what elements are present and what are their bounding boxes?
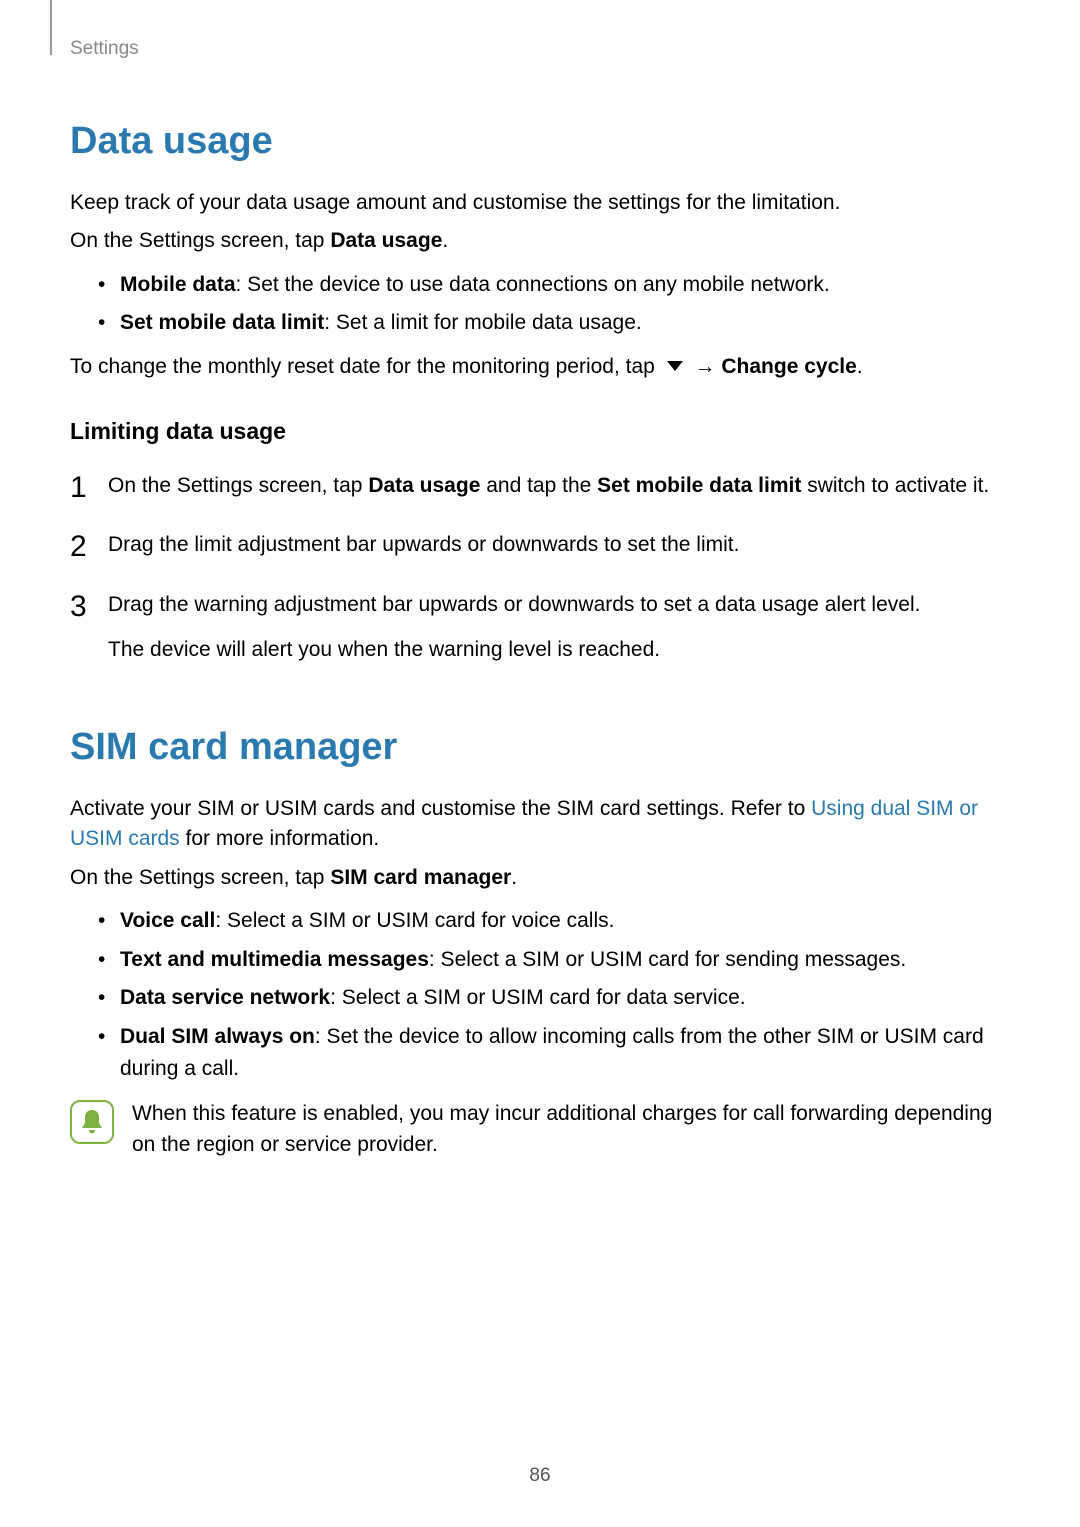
- bell-note-icon: [70, 1100, 114, 1144]
- text-fragment: for more information.: [180, 827, 380, 850]
- bold-sim-manager: SIM card manager: [330, 866, 511, 889]
- list-item: Dual SIM always on: Set the device to al…: [98, 1021, 1010, 1086]
- text-fragment: On the Settings screen, tap: [70, 229, 330, 252]
- text-fragment: Activate your SIM or USIM cards and cust…: [70, 797, 811, 820]
- bullet-bold: Voice call: [120, 909, 215, 932]
- bullet-bold: Set mobile data limit: [120, 311, 324, 334]
- note-block: When this feature is enabled, you may in…: [70, 1098, 1010, 1161]
- bullet-rest: : Set a limit for mobile data usage.: [324, 311, 642, 334]
- bullet-rest: : Set the device to use data connections…: [236, 273, 830, 296]
- step-subtext: The device will alert you when the warni…: [108, 634, 1010, 666]
- header-rule: [50, 0, 52, 55]
- step-body: Drag the limit adjustment bar upwards or…: [108, 529, 1010, 561]
- text-fragment: .: [442, 229, 448, 252]
- bullet-rest: : Select a SIM or USIM card for sending …: [429, 948, 906, 971]
- bold-change-cycle: Change cycle: [721, 355, 856, 378]
- bold-text: Set mobile data limit: [597, 474, 801, 497]
- arrow-text: →: [695, 355, 716, 378]
- step-body: Drag the warning adjustment bar upwards …: [108, 589, 1010, 666]
- subsection-title-limiting: Limiting data usage: [70, 418, 1010, 445]
- bold-data-usage: Data usage: [330, 229, 442, 252]
- text-fragment: switch to activate it.: [801, 474, 989, 497]
- note-text: When this feature is enabled, you may in…: [132, 1098, 1010, 1161]
- text-fragment: and tap the: [480, 474, 597, 497]
- bullet-bold: Dual SIM always on: [120, 1025, 315, 1048]
- list-item: Text and multimedia messages: Select a S…: [98, 944, 1010, 977]
- list-item: Mobile data: Set the device to use data …: [98, 269, 1010, 302]
- data-usage-intro-1: Keep track of your data usage amount and…: [70, 188, 1010, 218]
- text-fragment: To change the monthly reset date for the…: [70, 355, 661, 378]
- list-item: Voice call: Select a SIM or USIM card fo…: [98, 905, 1010, 938]
- bold-text: Data usage: [368, 474, 480, 497]
- sim-intro: Activate your SIM or USIM cards and cust…: [70, 794, 1010, 855]
- section-title-sim: SIM card manager: [70, 726, 1010, 769]
- bullet-bold: Data service network: [120, 986, 330, 1009]
- step-3: 3 Drag the warning adjustment bar upward…: [70, 589, 1010, 666]
- text-fragment: On the Settings screen, tap: [108, 474, 368, 497]
- section-title-data-usage: Data usage: [70, 120, 1010, 163]
- step-text: Drag the warning adjustment bar upwards …: [108, 589, 1010, 621]
- change-cycle-line: To change the monthly reset date for the…: [70, 352, 1010, 383]
- step-1: 1 On the Settings screen, tap Data usage…: [70, 470, 1010, 502]
- text-fragment: On the Settings screen, tap: [70, 866, 330, 889]
- text-fragment: .: [511, 866, 517, 889]
- step-body: On the Settings screen, tap Data usage a…: [108, 470, 1010, 502]
- breadcrumb: Settings: [70, 30, 1010, 60]
- sim-line2: On the Settings screen, tap SIM card man…: [70, 863, 1010, 893]
- bullet-bold: Mobile data: [120, 273, 236, 296]
- page-content: Settings Data usage Keep track of your d…: [0, 0, 1080, 1161]
- bullet-rest: : Select a SIM or USIM card for voice ca…: [215, 909, 614, 932]
- bullet-bold: Text and multimedia messages: [120, 948, 429, 971]
- step-number: 3: [70, 584, 87, 629]
- dropdown-triangle-icon: [665, 352, 685, 382]
- list-item: Data service network: Select a SIM or US…: [98, 982, 1010, 1015]
- sim-bullets: Voice call: Select a SIM or USIM card fo…: [98, 905, 1010, 1086]
- step-number: 2: [70, 524, 87, 569]
- list-item: Set mobile data limit: Set a limit for m…: [98, 307, 1010, 340]
- step-2: 2 Drag the limit adjustment bar upwards …: [70, 529, 1010, 561]
- bullet-rest: : Select a SIM or USIM card for data ser…: [330, 986, 745, 1009]
- text-fragment: .: [857, 355, 863, 378]
- page-number: 86: [0, 1465, 1080, 1487]
- step-number: 1: [70, 465, 87, 510]
- data-usage-bullets: Mobile data: Set the device to use data …: [98, 269, 1010, 340]
- data-usage-intro-2: On the Settings screen, tap Data usage.: [70, 226, 1010, 256]
- limiting-steps: 1 On the Settings screen, tap Data usage…: [70, 470, 1010, 666]
